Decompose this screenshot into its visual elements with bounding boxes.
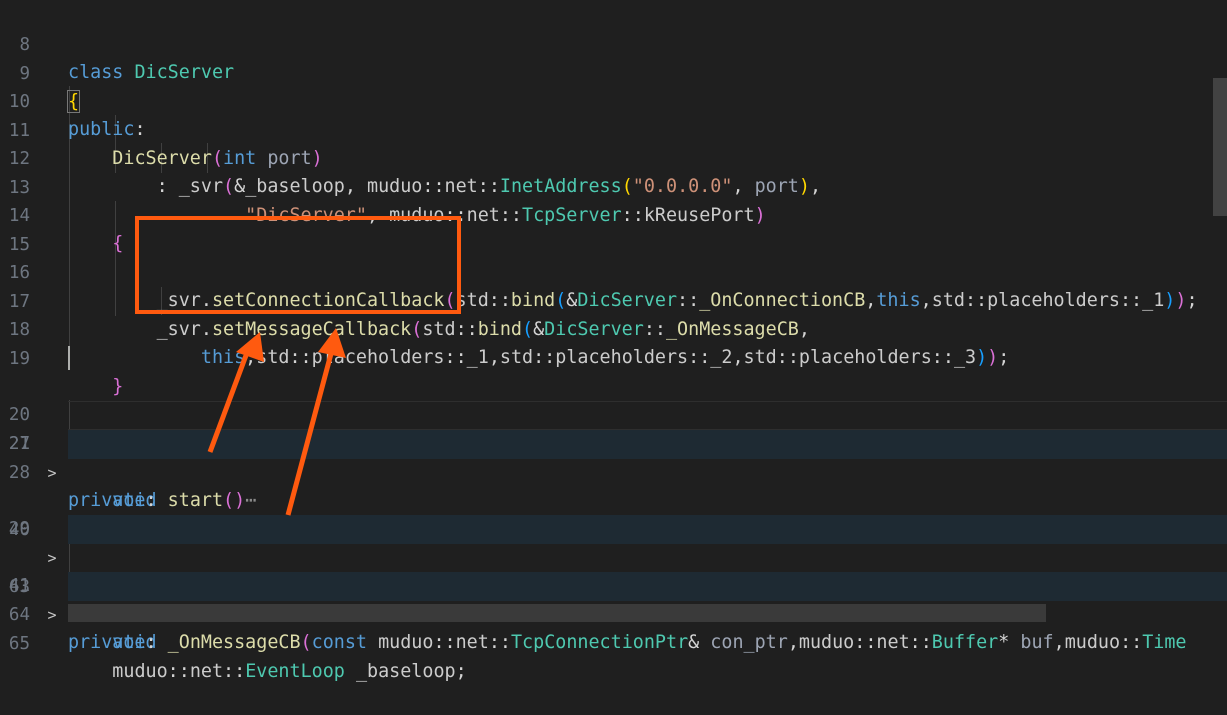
code-editor[interactable]: 8 class DicServer 9 { 10 public: 11 DicS… [0, 0, 1227, 682]
annotation-arrow [207, 328, 346, 516]
annotation-arrow-head [318, 328, 346, 358]
code-text: muduo::net::EventLoop _baseloop; [112, 661, 467, 683]
annotation-arrow-line [207, 349, 251, 453]
annotation-arrow-head [236, 332, 264, 362]
annotation-arrow-line [285, 349, 335, 516]
